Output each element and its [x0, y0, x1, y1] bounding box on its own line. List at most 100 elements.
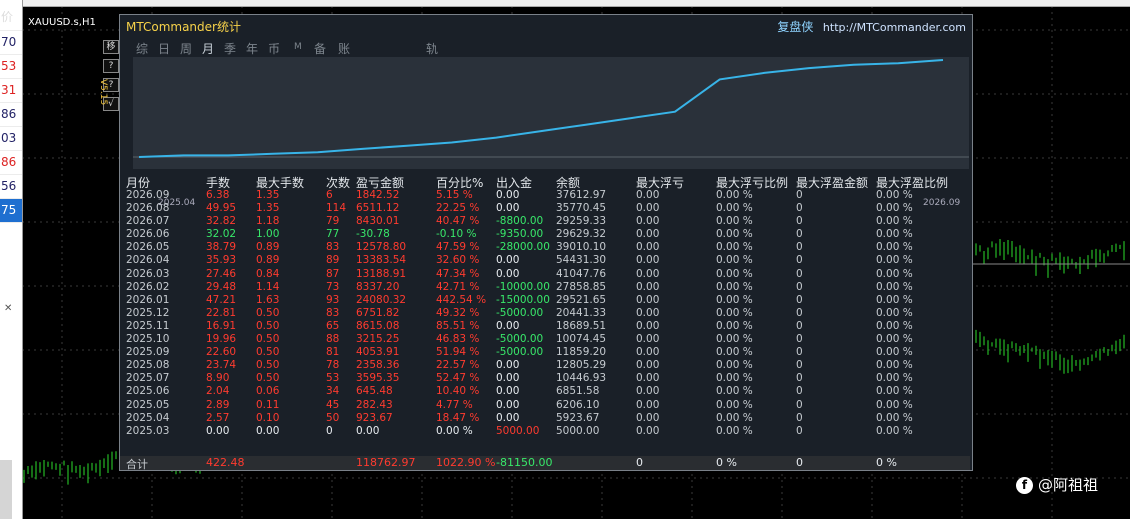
price-cell[interactable]: 56	[0, 175, 22, 199]
table-cell: 89	[326, 254, 340, 267]
table-row: 2026.02 29.48 1.14 73 8337.20 42.71 % -10000.0…	[120, 281, 972, 294]
table-cell: -15000.00	[496, 293, 550, 306]
close-icon[interactable]: ✕	[4, 303, 12, 314]
table-cell: 0.00 %	[876, 267, 913, 280]
table-cell: 0.00 %	[716, 359, 753, 372]
table-cell: 45	[326, 398, 340, 411]
table-cell: 5000.00	[556, 424, 600, 437]
table-row: 2026.06 32.02 1.00 77 -30.78 -0.10 % -9350.00 2…	[120, 228, 972, 241]
table-cell: 0.00 %	[716, 202, 753, 215]
table-cell: 47.59 %	[436, 241, 480, 254]
table-cell: 0.00	[356, 424, 380, 437]
table-cell: 0.00 %	[876, 306, 913, 319]
scrollbar[interactable]	[0, 460, 12, 519]
table-cell: 0.00	[636, 372, 660, 385]
table-cell: 0.00 %	[716, 254, 753, 267]
table-cell: 46.83 %	[436, 333, 480, 346]
table-cell: 78	[326, 359, 340, 372]
table-cell: 0.00 %	[876, 202, 913, 215]
table-cell: 50	[326, 411, 340, 424]
table-cell: 0.00 %	[716, 385, 753, 398]
table-row: 2026.09 6.38 1.35 6 1842.52 5.15 % 0.00 37612.9…	[120, 189, 972, 202]
brand-name: 复盘侠	[777, 20, 814, 34]
table-cell: 4.77 %	[436, 398, 473, 411]
table-cell: 1.00	[256, 228, 280, 241]
table-cell: 6	[326, 189, 333, 201]
table-row: 2025.07 8.90 0.50 53 3595.35 52.47 % 0.00 10446…	[120, 372, 972, 385]
price-cell[interactable]: 03	[0, 127, 22, 151]
total-cell: 0	[796, 456, 803, 469]
table-row: 2025.11 16.91 0.50 65 8615.08 85.51 % 0.00 1868…	[120, 320, 972, 333]
table-row: 2026.05 38.79 0.89 83 12578.80 47.59 % -28000.…	[120, 241, 972, 254]
table-cell: 2025.12	[126, 306, 170, 319]
move-button[interactable]: 移	[103, 40, 119, 54]
table-cell: 0.00 %	[716, 241, 753, 254]
table-cell: 0.00	[636, 424, 660, 437]
table-cell: 0.00	[636, 228, 660, 241]
table-cell: 13383.54	[356, 254, 407, 267]
tab-3[interactable]: 月	[202, 40, 214, 57]
tab-6[interactable]: 币	[268, 40, 280, 57]
brand-link[interactable]: 复盘侠 http://MTCommander.com	[777, 18, 966, 35]
help-button[interactable]: ?	[103, 59, 119, 73]
price-cell[interactable]: 86	[0, 151, 22, 175]
tab-4[interactable]: 季	[224, 40, 236, 57]
table-cell: 2026.07	[126, 215, 170, 228]
total-cell: 合计	[126, 458, 148, 471]
table-cell: 0.00	[636, 306, 660, 319]
tab-1[interactable]: 日	[158, 40, 170, 57]
price-cell[interactable]: 53	[0, 55, 22, 79]
table-cell: 2025.06	[126, 385, 170, 398]
table-cell: 923.67	[356, 411, 393, 424]
table-cell: 0.00 %	[876, 189, 913, 201]
table-cell: 2025.10	[126, 333, 170, 346]
watermark-text: @阿祖祖	[1038, 476, 1099, 494]
total-cell: 422.48	[206, 456, 245, 469]
table-cell: 2025.05	[126, 398, 170, 411]
table-cell: 41047.76	[556, 267, 607, 280]
price-cell[interactable]: 86	[0, 103, 22, 127]
table-cell: 1842.52	[356, 189, 400, 201]
table-cell: 0.00	[636, 385, 660, 398]
timeframe-toolbar	[22, 0, 1130, 7]
table-cell: 1.35	[256, 202, 280, 215]
table-cell: 0.00	[496, 319, 520, 332]
table-cell: 8615.08	[356, 319, 400, 332]
table-cell: 0.00 %	[876, 346, 913, 359]
tab-7[interactable]: M	[294, 42, 302, 52]
table-cell: 0.00 %	[876, 241, 913, 254]
table-cell: 0.00 %	[716, 267, 753, 280]
price-cell[interactable]: 70	[0, 31, 22, 55]
table-cell: 0	[796, 346, 803, 359]
tab-5[interactable]: 年	[246, 40, 258, 57]
table-cell: 0	[796, 319, 803, 332]
table-cell: 24080.32	[356, 293, 407, 306]
table-cell: 0	[796, 267, 803, 280]
price-cell[interactable]: 75	[0, 199, 22, 223]
table-cell: 22.60	[206, 346, 237, 359]
monthly-stats-table: 月份 手数 最大手数 次数 盈亏金额 百分比% 出入金 余额 最大浮亏 最大浮亏比例 最大浮盈金额最…	[120, 174, 972, 438]
price-column-header: 价	[0, 6, 22, 31]
tab-0[interactable]: 综	[136, 40, 148, 57]
table-cell: 0.00 %	[876, 385, 913, 398]
table-cell: 0.89	[256, 254, 280, 267]
table-cell: 20441.33	[556, 306, 607, 319]
tab-2[interactable]: 周	[180, 40, 192, 57]
table-cell: 73	[326, 280, 340, 293]
table-cell: 16.91	[206, 319, 237, 332]
table-cell: 2026.05	[126, 241, 170, 254]
table-cell: -10000.00	[496, 280, 550, 293]
price-cell[interactable]: 31	[0, 79, 22, 103]
table-cell: 13188.91	[356, 267, 407, 280]
table-cell: 0.00	[496, 398, 520, 411]
table-cell: 27858.85	[556, 280, 607, 293]
brand-url[interactable]: http://MTCommander.com	[823, 21, 966, 34]
table-cell: 2025.03	[126, 424, 170, 437]
table-cell: 53	[326, 372, 340, 385]
table-cell: -0.10 %	[436, 228, 477, 241]
tab-8[interactable]: 备	[314, 40, 326, 57]
table-cell: 0.00	[496, 359, 520, 372]
table-cell: 0	[796, 202, 803, 215]
table-cell: 0.10	[256, 411, 280, 424]
table-cell: 0	[796, 424, 803, 437]
